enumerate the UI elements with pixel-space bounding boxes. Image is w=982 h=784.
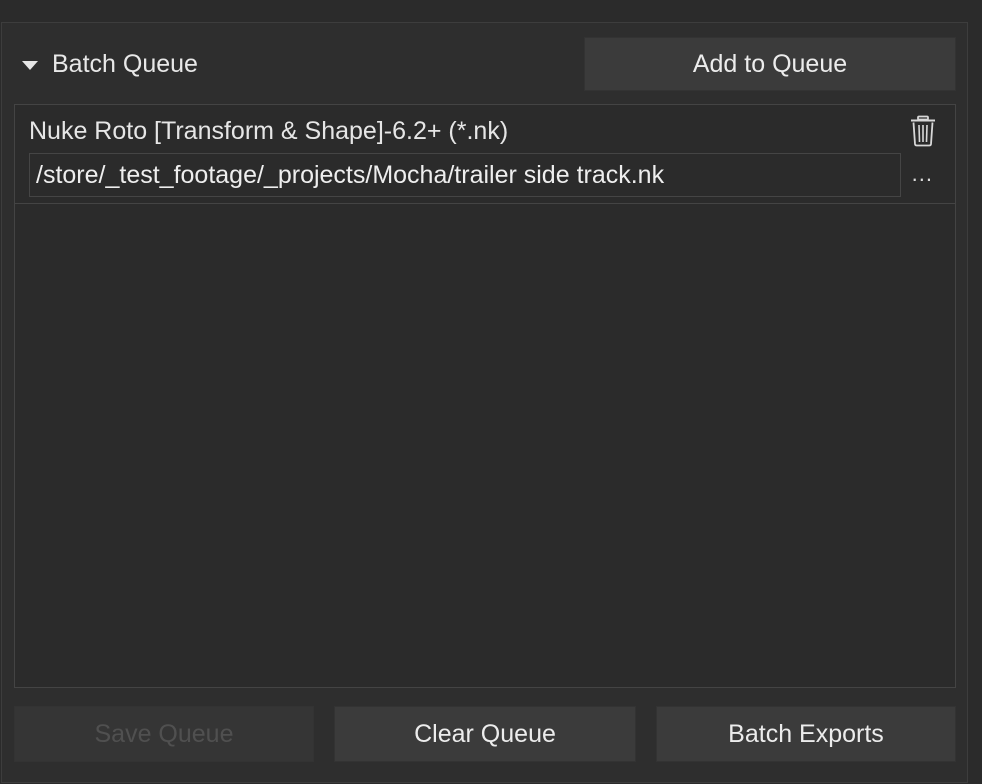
- export-path-field[interactable]: /store/_test_footage/_projects/Mocha/tra…: [29, 153, 901, 197]
- trash-icon[interactable]: [909, 115, 937, 147]
- queue-list: Nuke Roto [Transform & Shape]-6.2+ (*.nk…: [14, 104, 956, 688]
- add-to-queue-button[interactable]: Add to Queue: [584, 37, 956, 91]
- batch-queue-header[interactable]: Batch Queue: [22, 40, 198, 88]
- queue-item: Nuke Roto [Transform & Shape]-6.2+ (*.nk…: [15, 105, 955, 204]
- batch-exports-button[interactable]: Batch Exports: [656, 706, 956, 762]
- batch-queue-title: Batch Queue: [52, 49, 198, 78]
- browse-button[interactable]: ...: [912, 161, 933, 187]
- clear-queue-button[interactable]: Clear Queue: [334, 706, 636, 762]
- triangle-down-icon[interactable]: [22, 60, 38, 70]
- save-queue-button[interactable]: Save Queue: [14, 706, 314, 762]
- queue-item-format: Nuke Roto [Transform & Shape]-6.2+ (*.nk…: [29, 117, 509, 145]
